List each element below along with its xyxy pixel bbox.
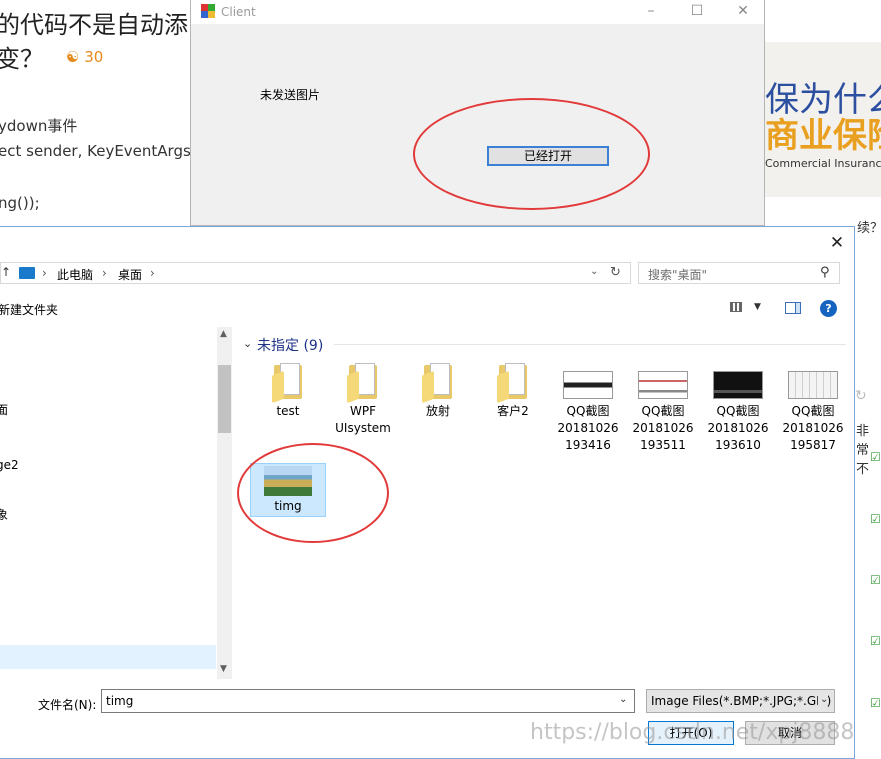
maximize-button[interactable]: ☐ [675,0,719,24]
preview-pane-icon[interactable] [785,302,801,314]
maximize-icon: ☐ [690,3,704,19]
search-icon: ⚲ [820,265,830,280]
window-title: Client [221,5,256,19]
chevron-down-icon[interactable]: ⌄ [590,266,598,277]
file-tile[interactable]: QQ截图 20181026 193416 [550,363,626,454]
image-thumbnail-icon [713,371,763,399]
file-tile[interactable]: QQ截图 20181026 193511 [625,363,701,454]
minimize-button[interactable]: – [629,0,673,24]
scrollbar-thumb[interactable] [218,365,231,433]
view-mode-icon[interactable] [730,302,742,312]
code-line: ect sender, KeyEventArgs e [0,142,205,160]
folder-icon [272,363,304,404]
annotation-circle [237,443,389,543]
image-thumbnail-icon [563,371,613,399]
nav-item[interactable]: 象 [0,506,8,523]
file-tile[interactable]: QQ截图 20181026 195817 [775,363,851,454]
minimize-icon: – [647,3,655,19]
scroll-up-icon[interactable]: ▲ [220,329,227,339]
image-thumbnail-icon [788,371,838,399]
app-icon [201,4,215,18]
refresh-icon[interactable]: ↻ [610,265,621,280]
search-placeholder: 搜索"桌面" [648,268,708,282]
side-text: 续？ [857,221,881,236]
file-type-value: Image Files(*.BMP;*.JPG;*.GIF) [651,694,832,708]
chevron-down-icon[interactable]: ▼ [754,302,761,312]
coin-icon: ☯ [66,48,80,66]
checkbox-icon: ☑ [870,450,881,464]
close-icon: ✕ [737,3,749,19]
watermark: https://blog.csdn.net/xpj8888 [530,720,855,745]
checkbox-icon: ☑ [870,634,881,648]
close-button[interactable]: ✕ [721,0,765,24]
divider [334,344,846,345]
breadcrumb-desktop[interactable]: 桌面 [118,266,142,283]
filename-value: timg [106,694,134,708]
chevron-down-icon[interactable]: ⌄ [243,337,252,350]
chevron-right-icon: › [150,266,155,280]
new-folder-button[interactable]: 新建文件夹 [0,301,58,318]
title-bar[interactable]: Client – ☐ ✕ [191,0,764,24]
checkbox-icon: ☑ [870,512,881,526]
nav-item[interactable]: ge2 [0,458,19,472]
filename-label: 文件名(N): [38,698,97,712]
dialog-close-button[interactable]: ✕ [826,232,848,254]
up-arrow-icon[interactable]: ↑ [1,265,11,279]
code-line: ydown事件 [0,117,78,135]
file-tile[interactable]: test [250,363,326,420]
chevron-down-icon[interactable]: ⌄ [619,694,627,705]
search-input[interactable]: 搜索"桌面" ⚲ [638,262,840,284]
code-line: ng()); [0,194,40,212]
side-text: 非常不 [856,424,870,477]
nav-item[interactable]: 面 [0,401,8,418]
file-tile[interactable]: QQ截图 20181026 193610 [700,363,776,454]
folder-icon [422,363,454,404]
close-icon: ✕ [829,233,845,253]
chevron-right-icon: › [42,266,47,280]
scroll-down-icon[interactable]: ▼ [220,664,227,674]
open-file-dialog: ✕ ↑ › 此电脑 › 桌面 › ⌄ ↻ 搜索"桌面" ⚲ 新建文件夹 ▼ ? … [0,226,855,759]
refresh-icon: ↻ [855,388,867,404]
chevron-right-icon: › [102,266,107,280]
checkbox-icon: ☑ [870,696,881,710]
chevron-down-icon[interactable]: ⌄ [818,694,829,705]
folder-icon [497,363,529,404]
coin-badge: ☯ 30 [66,48,104,66]
file-tile[interactable]: 客户2 [475,363,551,420]
folder-icon [347,363,379,404]
file-tile[interactable]: 放射 [400,363,476,420]
status-label: 未发送图片 [260,88,321,102]
address-bar[interactable]: ↑ › 此电脑 › 桌面 › ⌄ ↻ [0,262,631,284]
computer-icon [19,267,35,279]
nav-item-selected[interactable] [0,645,216,669]
annotation-circle [413,98,650,210]
filename-field[interactable]: timg ⌄ [101,689,635,713]
file-type-select[interactable]: Image Files(*.BMP;*.JPG;*.GIF) ⌄ [646,689,835,713]
breadcrumb-this-pc[interactable]: 此电脑 [57,266,93,283]
file-tile[interactable]: WPF UIsystem [325,363,401,437]
navigation-pane [0,327,232,679]
help-icon[interactable]: ? [820,300,837,317]
image-thumbnail-icon [638,371,688,399]
group-header[interactable]: 未指定 (9) [257,335,323,355]
ad-banner[interactable]: 保为什么 商业保险 Commercial Insurance [765,42,881,197]
checkbox-icon: ☑ [870,573,881,587]
